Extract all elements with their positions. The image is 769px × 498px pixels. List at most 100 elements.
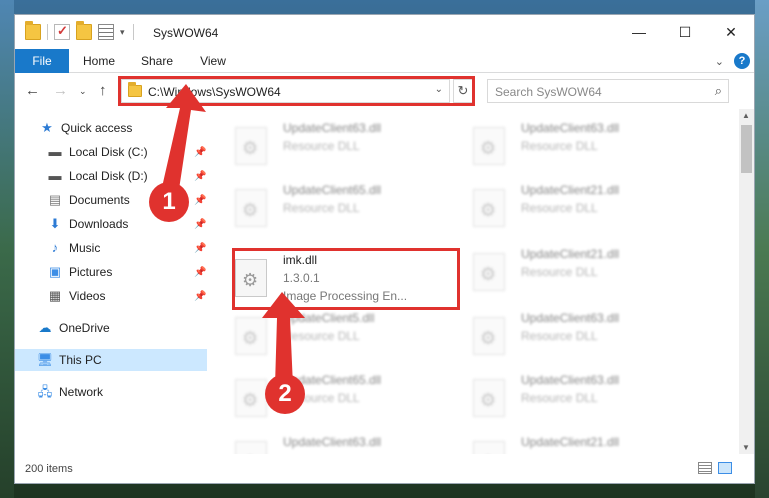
music-icon: ♪: [51, 240, 59, 255]
pin-icon[interactable]: 📌: [194, 171, 206, 182]
file-item[interactable]: UpdateClient63.dll Resource DLL: [447, 369, 675, 423]
toolbar-separator: [47, 24, 48, 40]
nav-item-label: Network: [59, 385, 104, 399]
tab-home[interactable]: Home: [79, 49, 119, 73]
nav-item-label: Documents: [69, 193, 130, 207]
search-icon[interactable]: ⌕: [715, 83, 722, 99]
file-highlight-box: [232, 248, 460, 310]
nav-item-label: OneDrive: [59, 321, 110, 335]
nav-item-label: Pictures: [69, 265, 113, 279]
back-arrow-icon[interactable]: ←: [25, 82, 40, 99]
nav-item-label: This PC: [59, 353, 102, 367]
file-item[interactable]: UpdateClient21.dll Resource DLL: [447, 243, 675, 297]
forward-arrow-icon[interactable]: →: [53, 82, 68, 99]
star-icon: ★: [41, 120, 53, 135]
minimize-button[interactable]: —: [616, 15, 662, 49]
customize-toolbar-chevron-icon[interactable]: ▾: [120, 27, 125, 38]
properties-check-icon[interactable]: [54, 23, 70, 40]
status-bar: 200 items: [15, 454, 754, 483]
file-type: Resource DLL: [521, 201, 598, 215]
computer-icon: 🖥: [36, 352, 54, 367]
properties-icon[interactable]: [98, 24, 114, 40]
nav-item-quick-access[interactable]: ★ Quick access: [39, 117, 132, 139]
dll-file-icon: [235, 189, 267, 227]
address-row: ← → ⌄ ↑ C:\Windows\SysWOW64 ⌄ ↻ Search S…: [15, 74, 754, 108]
nav-item-documents[interactable]: ▤ Documents: [47, 189, 130, 211]
scroll-up-icon[interactable]: ▲: [742, 111, 750, 120]
recent-locations-chevron-icon[interactable]: ⌄: [79, 86, 87, 97]
file-item[interactable]: UpdateClient63.dll Resource DLL: [209, 117, 437, 171]
toolbar-separator: [132, 24, 134, 40]
scroll-down-icon[interactable]: ▼: [742, 443, 750, 452]
pin-icon[interactable]: 📌: [194, 291, 206, 302]
folder-icon: [25, 21, 41, 40]
file-item[interactable]: UpdateClient21.dll Resource DLL: [447, 179, 675, 233]
nav-item-local-disk-c[interactable]: ▬ Local Disk (C:): [47, 141, 148, 163]
pin-icon[interactable]: 📌: [194, 195, 206, 206]
dll-file-icon: [473, 317, 505, 355]
drive-icon: ▬: [48, 144, 62, 159]
nav-item-pictures[interactable]: ▣ Pictures: [47, 261, 113, 283]
file-name: UpdateClient65.dll: [283, 183, 382, 197]
pin-icon[interactable]: 📌: [194, 147, 206, 158]
help-icon[interactable]: ?: [734, 53, 750, 69]
maximize-button[interactable]: ☐: [662, 15, 708, 49]
dll-file-icon: [473, 189, 505, 227]
pin-icon[interactable]: 📌: [194, 219, 206, 230]
file-type: Resource DLL: [521, 391, 598, 405]
nav-item-this-pc[interactable]: 🖥 This PC: [37, 349, 102, 371]
file-item[interactable]: UpdateClient5.dll Resource DLL: [209, 307, 437, 361]
title-bar: ▾ SysWOW64 — ☐ ✕: [15, 15, 754, 49]
pin-icon[interactable]: 📌: [194, 243, 206, 254]
details-view-icon[interactable]: [698, 462, 712, 474]
file-name: UpdateClient63.dll: [521, 373, 620, 387]
tiles-view-icon[interactable]: [718, 462, 732, 474]
nav-item-label: Quick access: [61, 121, 133, 135]
nav-item-onedrive[interactable]: ☁ OneDrive: [37, 317, 110, 339]
file-item[interactable]: UpdateClient65.dll Resource DLL: [209, 369, 437, 423]
file-item[interactable]: UpdateClient63.dll Resource DLL: [447, 307, 675, 361]
close-button[interactable]: ✕: [708, 15, 754, 49]
tab-file[interactable]: File: [15, 49, 69, 73]
nav-item-network[interactable]: 🖧 Network: [37, 381, 103, 403]
videos-icon: ▦: [48, 288, 62, 303]
nav-item-videos[interactable]: ▦ Videos: [47, 285, 106, 307]
step2-badge: 2: [265, 374, 305, 414]
dll-file-icon: [235, 441, 267, 454]
ribbon-tabs: File Home Share View ⌄ ?: [15, 49, 754, 73]
dll-file-icon: [473, 441, 505, 454]
pin-icon[interactable]: 📌: [194, 267, 206, 278]
search-input[interactable]: Search SysWOW64 ⌕: [487, 79, 729, 103]
tab-view[interactable]: View: [193, 49, 233, 73]
file-name: UpdateClient21.dll: [521, 247, 620, 261]
dll-file-icon: [473, 253, 505, 291]
file-item[interactable]: UpdateClient63.dll: [209, 431, 437, 454]
file-type: Resource DLL: [283, 329, 360, 343]
scrollbar-thumb[interactable]: [741, 125, 752, 173]
nav-item-downloads[interactable]: ⬇ Downloads: [47, 213, 129, 235]
file-name: UpdateClient63.dll: [521, 121, 620, 135]
nav-item-music[interactable]: ♪ Music: [47, 237, 101, 259]
dll-file-icon: [235, 317, 267, 355]
expand-ribbon-chevron-icon[interactable]: ⌄: [715, 55, 724, 68]
navigation-pane: ★ Quick access ▬ Local Disk (C:) 📌 ▬ Loc…: [15, 109, 207, 454]
file-type: Resource DLL: [283, 201, 360, 215]
file-name: UpdateClient63.dll: [521, 311, 620, 325]
file-item[interactable]: UpdateClient65.dll Resource DLL: [209, 179, 437, 233]
dll-file-icon: [473, 127, 505, 165]
documents-icon: ▤: [48, 192, 62, 207]
file-item[interactable]: UpdateClient63.dll Resource DLL: [447, 117, 675, 171]
vertical-scrollbar[interactable]: ▲ ▼: [739, 109, 754, 454]
file-name: UpdateClient21.dll: [521, 183, 620, 197]
desktop-background-right: [755, 0, 769, 498]
window-title: SysWOW64: [153, 26, 219, 40]
search-placeholder[interactable]: Search SysWOW64: [495, 85, 602, 99]
tab-share[interactable]: Share: [135, 49, 179, 73]
file-item[interactable]: UpdateClient21.dll: [447, 431, 675, 454]
new-folder-icon[interactable]: [76, 21, 92, 40]
address-highlight-box: [118, 76, 475, 106]
item-count: 200 items: [25, 463, 73, 475]
nav-item-label: Local Disk (D:): [69, 169, 148, 183]
nav-item-local-disk-d[interactable]: ▬ Local Disk (D:): [47, 165, 148, 187]
up-arrow-icon[interactable]: ↑: [99, 82, 107, 99]
